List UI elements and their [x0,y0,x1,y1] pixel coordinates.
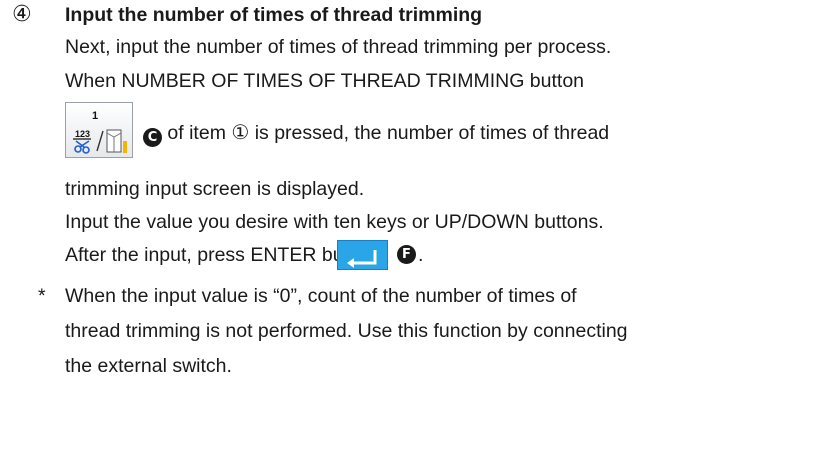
count-superscript: 1 [92,110,98,122]
enter-return-icon [347,250,377,268]
paragraph-line: When NUMBER OF TIMES OF THREAD TRIMMING … [65,70,585,92]
step-title: Input the number of times of thread trim… [65,4,483,26]
reference-badge-c: C [143,128,162,147]
paragraph-line: Next, input the number of times of threa… [65,36,612,58]
text-fragment: is pressed, the number of times of threa… [249,122,610,144]
thread-trimming-count-button[interactable]: 1 123 [65,102,133,158]
paragraph-line: trimming input screen is displayed. [65,178,365,200]
note-line: the external switch. [65,355,232,377]
paragraph-line: C of item ① is pressed, the number of ti… [143,119,609,147]
count-digits: 123 [75,129,90,139]
note-bullet: * [38,285,46,307]
paragraph-line: After the input, press ENTER button [65,244,377,266]
item-reference: ① [231,120,250,144]
thread-trimming-count-icon: 1 123 [73,110,127,154]
enter-button[interactable] [337,240,388,270]
step-number: ④ [12,2,32,27]
note-line: thread trimming is not performed. Use th… [65,320,628,342]
text-fragment: of item [162,122,232,144]
reference-badge-f: F [397,245,416,264]
paragraph-line: Input the value you desire with ten keys… [65,211,604,233]
note-line: When the input value is “0”, count of th… [65,285,577,307]
text-fragment: . [418,244,424,266]
